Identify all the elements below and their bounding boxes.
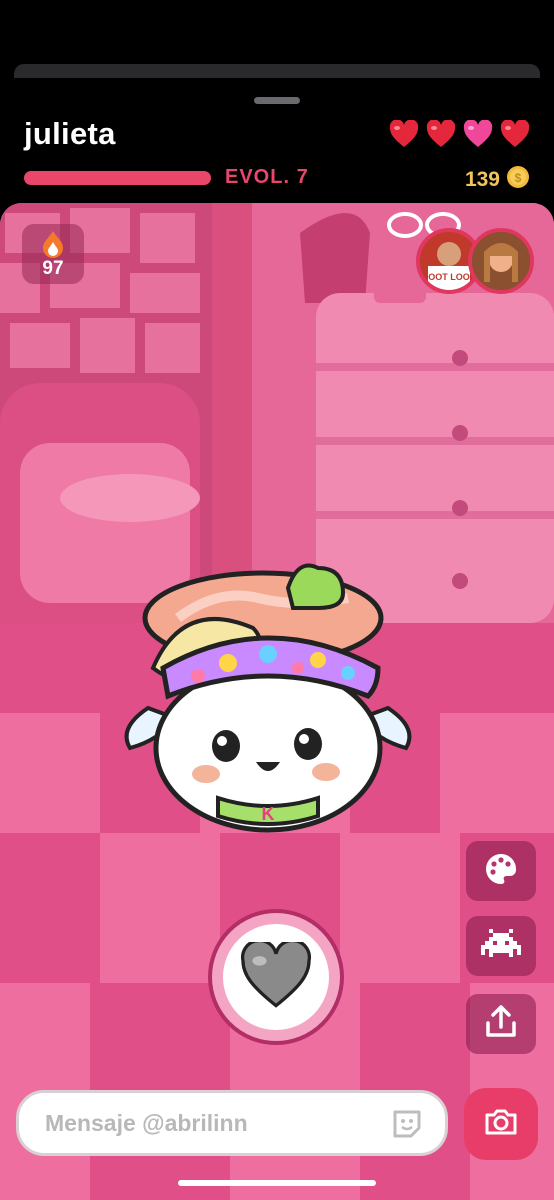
love-button-inner [223, 924, 329, 1030]
friends-avatars[interactable]: FROOT LOOPS [416, 228, 534, 294]
streak-counter[interactable]: 97 [22, 224, 84, 284]
sheet-grabber[interactable] [254, 97, 300, 104]
message-placeholder: Mensaje @abrilinn [45, 1109, 248, 1136]
share-icon [485, 1004, 517, 1044]
coin-icon: $ [506, 165, 530, 194]
coin-count: 139 [464, 167, 500, 191]
games-button[interactable] [466, 916, 536, 976]
love-pet-button[interactable] [208, 909, 344, 1045]
space-invader-icon [481, 928, 521, 964]
heart-icon [389, 120, 419, 148]
heart-icon [426, 120, 456, 148]
home-indicator[interactable] [178, 1180, 376, 1186]
share-button[interactable] [466, 994, 536, 1054]
coin-balance[interactable]: 139 $ [465, 165, 530, 194]
pet-character[interactable]: K [118, 548, 418, 843]
friends-badge-text: FROOT LOOPS [420, 272, 478, 282]
heart-icon [500, 120, 530, 148]
customize-colors-button[interactable] [466, 841, 536, 901]
svg-text:$: $ [515, 171, 522, 185]
top-sheet-edge [14, 64, 540, 78]
friend-avatar[interactable] [468, 228, 534, 294]
heart-icon [240, 938, 312, 1013]
hearts-meter [389, 120, 530, 148]
pet-badge-letter: K [262, 804, 275, 824]
evolution-progress-bar [24, 171, 211, 185]
camera-icon [483, 1107, 519, 1142]
camera-button[interactable] [464, 1088, 538, 1160]
sticker-icon[interactable] [391, 1108, 423, 1145]
palette-icon [484, 852, 518, 891]
streak-count: 97 [42, 258, 64, 279]
message-input[interactable]: Mensaje @abrilinn [16, 1090, 448, 1156]
evolution-level: EVOL. 7 [225, 166, 309, 188]
pet-owner-name: julieta [24, 116, 116, 151]
heart-icon [463, 120, 493, 148]
